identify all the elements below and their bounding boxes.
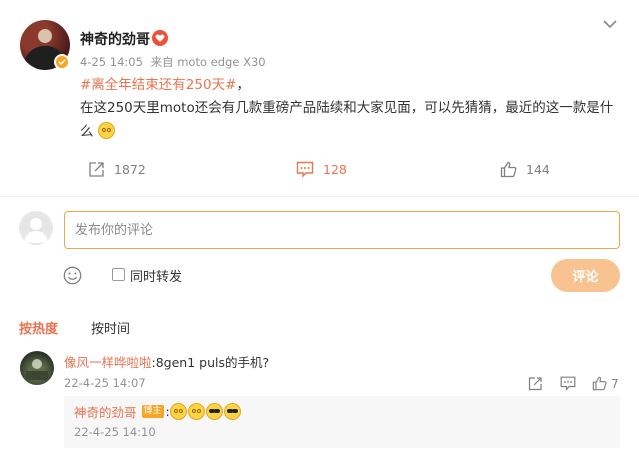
reply-emojis [169, 403, 242, 420]
reply-text-line: 神奇的劲哥 博主 : [74, 402, 242, 421]
repost-checkbox[interactable] [112, 268, 125, 281]
topic-line: #离全年结束还有250天#， [80, 73, 250, 93]
submit-comment-button[interactable]: 评论 [551, 259, 620, 292]
topic-link[interactable]: #离全年结束还有250天# [80, 77, 236, 93]
awkward-emoji-icon [97, 122, 115, 139]
cool-emoji-icon [223, 403, 241, 420]
post-meta: 4-25 14:05 来自 moto edge X30 [80, 54, 270, 70]
sort-by-time-tab[interactable]: 按时间 [91, 318, 130, 337]
forward-button[interactable]: 1872 [88, 161, 146, 178]
comment-share-button[interactable] [528, 376, 543, 391]
comment-text: :8gen1 puls的手机? [151, 355, 270, 370]
comment-reply-button[interactable] [560, 376, 576, 391]
comment-button[interactable]: 128 [296, 161, 347, 178]
topic-suffix: ， [236, 77, 250, 93]
post-text: 在这250天里moto还会有几款重磅产品陆续和大家见面，可以先猜猜，最近的这一款… [80, 100, 614, 140]
guest-avatar [19, 211, 53, 245]
verified-icon [54, 54, 70, 70]
author-name[interactable]: 神奇的劲哥 [80, 29, 150, 49]
thumbs-up-icon [592, 376, 607, 391]
cool-emoji-icon [205, 403, 223, 420]
member-heart-icon[interactable] [152, 30, 168, 46]
blogger-badge: 博主 [141, 405, 164, 418]
commenter-avatar[interactable] [20, 351, 54, 385]
chevron-down-icon[interactable] [600, 14, 620, 34]
comment-text-line: 像风一样哗啦啦:8gen1 puls的手机? [64, 352, 269, 371]
thumbs-up-icon [500, 161, 517, 178]
reply-author-name[interactable]: 神奇的劲哥 [74, 402, 137, 421]
sort-by-hot-tab[interactable]: 按热度 [19, 318, 58, 337]
commenter-name[interactable]: 像风一样哗啦啦 [64, 355, 152, 370]
comment-icon [560, 376, 576, 391]
like-button[interactable]: 144 [500, 161, 550, 178]
source-device[interactable]: moto edge X30 [177, 55, 265, 69]
comment-input[interactable] [64, 211, 620, 249]
comment-count: 128 [323, 162, 347, 177]
source-prefix: 来自 [150, 55, 174, 69]
awkward-emoji-icon [169, 403, 187, 420]
awkward-emoji-icon [187, 403, 205, 420]
comment-time: 22-4-25 14:07 [64, 376, 146, 390]
comment-like-button[interactable]: 7 [592, 376, 619, 391]
reply-time: 22-4-25 14:10 [74, 425, 156, 439]
post-body: 在这250天里moto还会有几款重磅产品陆续和大家见面，可以先猜猜，最近的这一款… [80, 96, 620, 144]
smile-icon[interactable] [63, 266, 82, 285]
repost-label[interactable]: 同时转发 [130, 266, 182, 285]
divider [0, 196, 639, 197]
comment-icon [296, 161, 314, 178]
comment-like-count: 7 [611, 376, 619, 391]
post-date[interactable]: 4-25 14:05 [80, 55, 143, 69]
forward-count: 1872 [114, 162, 146, 177]
share-icon [89, 162, 104, 177]
like-count: 144 [526, 162, 550, 177]
share-icon [528, 377, 542, 391]
